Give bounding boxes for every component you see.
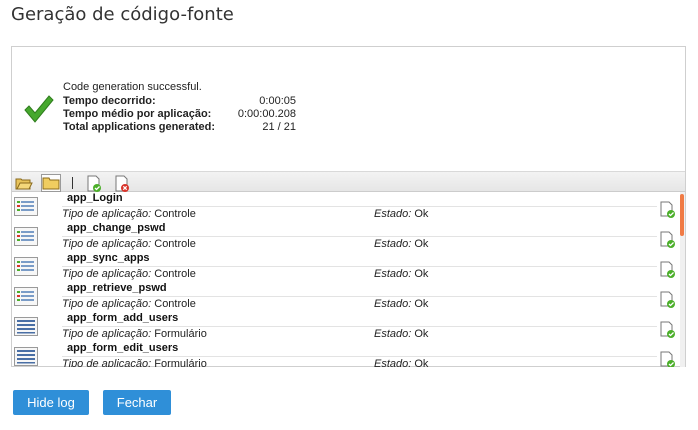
app-type-value: Formulário	[154, 358, 207, 367]
close-button[interactable]: Fechar	[103, 390, 171, 415]
app-state-value: Ok	[414, 328, 429, 340]
app-name: app_Login	[67, 192, 123, 204]
app-row[interactable]: app_form_edit_users Tipo de aplicação: Fo…	[12, 342, 685, 367]
row-divider	[62, 236, 657, 237]
scroll-thumb[interactable]	[680, 194, 684, 236]
app-state-label: Estado:	[374, 358, 412, 367]
summary-section: Code generation successful. Tempo decorr…	[12, 47, 685, 171]
control-app-icon	[14, 287, 38, 306]
app-state-value: Ok	[414, 268, 429, 280]
app-type: Tipo de aplicação: Controle	[62, 298, 196, 310]
status-ok-icon[interactable]	[660, 351, 676, 367]
app-type-label: Tipo de aplicação:	[62, 238, 152, 250]
app-state: Estado: Ok	[374, 328, 428, 340]
app-type-value: Controle	[154, 208, 196, 220]
app-type: Tipo de aplicação: Controle	[62, 268, 196, 280]
summary-row: Total applications generated: 21 / 21	[63, 121, 296, 134]
app-row[interactable]: app_form_add_users Tipo de aplicação: For…	[12, 312, 685, 342]
control-app-icon	[14, 197, 38, 216]
control-app-icon	[14, 257, 38, 276]
app-type-label: Tipo de aplicação:	[62, 358, 152, 367]
log-toolbar	[12, 171, 685, 192]
row-divider	[62, 266, 657, 267]
app-type: Tipo de aplicação: Controle	[62, 238, 196, 250]
status-ok-icon[interactable]	[660, 291, 676, 309]
app-row[interactable]: app_retrieve_pswd Tipo de aplicação: Cont…	[12, 282, 685, 312]
app-state: Estado: Ok	[374, 208, 428, 220]
hide-log-button[interactable]: Hide log	[13, 390, 89, 415]
row-divider	[62, 326, 657, 327]
status-ok-icon[interactable]	[660, 261, 676, 279]
summary-label: Tempo decorrido:	[63, 95, 156, 107]
row-divider	[62, 296, 657, 297]
summary-row: Tempo médio por aplicação: 0:00:00.208	[63, 108, 296, 121]
list-scrollbar[interactable]	[680, 192, 685, 367]
app-type: Tipo de aplicação: Controle	[62, 208, 196, 220]
summary-value: 0:00:00.208	[237, 108, 296, 120]
app-type: Tipo de aplicação: Formulário	[62, 328, 207, 340]
summary-label: Tempo médio por aplicação:	[63, 108, 212, 120]
app-state-value: Ok	[414, 298, 429, 310]
app-type-value: Controle	[154, 238, 196, 250]
status-ok-icon[interactable]	[660, 231, 676, 249]
app-state-label: Estado:	[374, 268, 412, 280]
app-state: Estado: Ok	[374, 298, 428, 310]
folder-open-icon[interactable]	[14, 174, 34, 192]
folder-closed-icon[interactable]	[41, 174, 61, 192]
app-type-value: Controle	[154, 268, 196, 280]
error-filter-icon[interactable]	[112, 174, 132, 192]
control-app-icon	[14, 227, 38, 246]
app-state-value: Ok	[414, 208, 429, 220]
app-state-label: Estado:	[374, 208, 412, 220]
row-divider	[62, 356, 657, 357]
summary-label: Total applications generated:	[63, 121, 215, 133]
app-row[interactable]: app_change_pswd Tipo de aplicação: Contro…	[12, 222, 685, 252]
app-state: Estado: Ok	[374, 358, 428, 367]
application-list: app_Login Tipo de aplicação: Controle Esta…	[12, 192, 685, 367]
app-type: Tipo de aplicação: Formulário	[62, 358, 207, 367]
app-state-value: Ok	[414, 238, 429, 250]
app-type-label: Tipo de aplicação:	[62, 328, 152, 340]
summary-row: Tempo decorrido: 0:00:05	[63, 95, 296, 108]
app-state-label: Estado:	[374, 238, 412, 250]
form-app-icon	[14, 347, 38, 366]
app-type-label: Tipo de aplicação:	[62, 298, 152, 310]
app-name: app_form_add_users	[67, 312, 179, 324]
app-name: app_retrieve_pswd	[67, 282, 167, 294]
summary-table: Tempo decorrido: 0:00:05 Tempo médio por a…	[63, 95, 296, 134]
app-type-value: Formulário	[154, 328, 207, 340]
app-row[interactable]: app_Login Tipo de aplicação: Controle Esta…	[12, 192, 685, 222]
status-ok-icon[interactable]	[660, 321, 676, 339]
toolbar-separator	[72, 177, 73, 189]
summary-message: Code generation successful.	[63, 81, 202, 93]
app-name: app_sync_apps	[67, 252, 150, 264]
app-state-label: Estado:	[374, 328, 412, 340]
summary-value: 0:00:05	[259, 95, 296, 107]
app-type-value: Controle	[154, 298, 196, 310]
app-name: app_form_edit_users	[67, 342, 179, 354]
app-state-value: Ok	[414, 358, 429, 367]
success-filter-icon[interactable]	[84, 174, 104, 192]
app-name: app_change_pswd	[67, 222, 166, 234]
app-state-label: Estado:	[374, 298, 412, 310]
app-state: Estado: Ok	[374, 238, 428, 250]
row-divider	[62, 206, 657, 207]
success-check-icon	[24, 95, 54, 123]
app-row[interactable]: app_sync_apps Tipo de aplicação: Controle…	[12, 252, 685, 282]
app-state: Estado: Ok	[374, 268, 428, 280]
summary-value: 21 / 21	[262, 121, 296, 133]
status-ok-icon[interactable]	[660, 201, 676, 219]
form-app-icon	[14, 317, 38, 336]
app-type-label: Tipo de aplicação:	[62, 268, 152, 280]
app-type-label: Tipo de aplicação:	[62, 208, 152, 220]
page-title: Geração de código-fonte	[11, 4, 234, 25]
generation-log-panel: Code generation successful. Tempo decorr…	[11, 46, 686, 367]
